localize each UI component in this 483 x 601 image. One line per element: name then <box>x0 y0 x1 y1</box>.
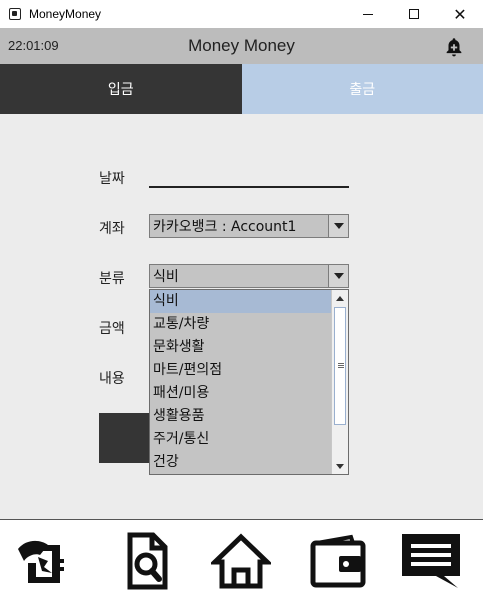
nav-home[interactable] <box>208 530 274 592</box>
category-option[interactable]: 문화생활 <box>150 336 332 359</box>
window-title: MoneyMoney <box>29 7 102 21</box>
submit-button[interactable] <box>99 413 149 463</box>
window-controls: ✕ <box>345 0 483 28</box>
category-option[interactable]: 생활용품 <box>150 405 332 428</box>
bottom-navigation <box>0 519 483 601</box>
date-label: 날짜 <box>99 171 125 187</box>
account-select-value: 카카오뱅크 : Account1 <box>153 219 297 235</box>
scrollbar-thumb[interactable] <box>334 307 346 425</box>
tab-withdraw[interactable]: 출금 <box>241 64 483 114</box>
transaction-tabs: 입금 출금 <box>0 64 483 114</box>
minimize-button[interactable] <box>345 0 391 28</box>
scroll-down-arrow-icon[interactable] <box>332 458 348 474</box>
category-option[interactable]: 교통/차량 <box>150 313 332 336</box>
account-label: 계좌 <box>99 221 125 237</box>
income-expense-icon <box>18 540 64 583</box>
account-select[interactable]: 카카오뱅크 : Account1 <box>149 214 349 238</box>
app-header: 22:01:09 Money Money <box>0 28 483 64</box>
category-select-value: 식비 <box>153 269 179 285</box>
maximize-icon <box>409 9 419 19</box>
date-field[interactable] <box>149 186 349 188</box>
bell-plus-icon[interactable] <box>443 36 465 58</box>
close-button[interactable]: ✕ <box>437 0 483 28</box>
dropdown-scrollbar[interactable] <box>331 290 348 474</box>
category-option[interactable]: 패션/미용 <box>150 382 332 405</box>
nav-ledger[interactable] <box>12 530 78 592</box>
category-select[interactable]: 식비 <box>149 264 349 288</box>
wallet-icon <box>310 534 366 588</box>
amount-label: 금액 <box>99 321 125 337</box>
close-icon: ✕ <box>453 4 467 24</box>
category-option[interactable]: 마트/편의점 <box>150 359 332 382</box>
category-option[interactable]: 주거/통신 <box>150 428 332 451</box>
app-title: Money Money <box>188 36 295 55</box>
category-label: 분류 <box>99 271 125 287</box>
maximize-button[interactable] <box>391 0 437 28</box>
nav-wallet[interactable] <box>304 530 370 592</box>
message-icon <box>402 534 460 588</box>
search-document-icon <box>127 532 168 590</box>
window-titlebar: MoneyMoney ✕ <box>0 0 483 28</box>
category-option[interactable]: 식비 <box>150 290 332 313</box>
app-icon <box>9 8 21 20</box>
chevron-down-icon[interactable] <box>328 265 348 287</box>
category-dropdown-list: 식비 교통/차량 문화생활 마트/편의점 패션/미용 생활용품 주거/통신 건강 <box>149 289 349 475</box>
app-window: MoneyMoney ✕ 22:01:09 Money Money 입금 출금 … <box>0 0 483 601</box>
tab-deposit[interactable]: 입금 <box>0 64 242 114</box>
minimize-icon <box>363 13 373 15</box>
scroll-up-arrow-icon[interactable] <box>332 290 348 306</box>
category-option[interactable]: 건강 <box>150 451 332 474</box>
nav-messages[interactable] <box>398 530 464 592</box>
chevron-down-icon[interactable] <box>328 215 348 237</box>
home-icon <box>211 533 271 589</box>
memo-label: 내용 <box>99 371 125 387</box>
nav-search[interactable] <box>114 530 180 592</box>
